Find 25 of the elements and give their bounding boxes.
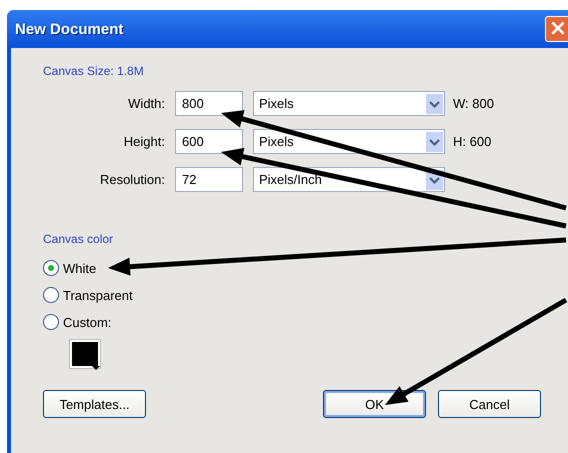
chevron-down-icon (426, 132, 443, 152)
field-label: Height: (122, 134, 165, 149)
input-field[interactable]: 600 (175, 129, 243, 154)
radio-option[interactable]: Custom: (43, 314, 133, 330)
input-field[interactable]: 72 (175, 167, 243, 192)
input-field[interactable]: 800 (175, 91, 243, 116)
radio-button[interactable] (43, 314, 59, 330)
canvas-size-label: Canvas Size: 1.8M (43, 64, 144, 78)
field-label: Resolution: (98, 172, 165, 187)
dialog-button[interactable]: Cancel (438, 390, 541, 418)
dimension-readout: H: 600 (453, 134, 492, 149)
color-swatch[interactable] (70, 340, 100, 368)
chevron-down-icon (426, 94, 443, 114)
dialog-button[interactable]: Templates... (43, 390, 146, 418)
field-label: Width: (127, 96, 165, 111)
unit-dropdown[interactable]: Pixels (253, 91, 445, 116)
unit-dropdown[interactable]: Pixels (253, 129, 445, 154)
window-title: New Document (15, 20, 124, 38)
radio-button[interactable] (43, 260, 59, 276)
radio-button[interactable] (43, 287, 59, 303)
radio-option[interactable]: White (43, 260, 133, 276)
radio-option[interactable]: Transparent (43, 287, 133, 303)
dialog-button[interactable]: OK (323, 390, 426, 418)
canvas-color-heading: Canvas color (43, 232, 114, 246)
dimension-readout: W: 800 (453, 96, 494, 111)
